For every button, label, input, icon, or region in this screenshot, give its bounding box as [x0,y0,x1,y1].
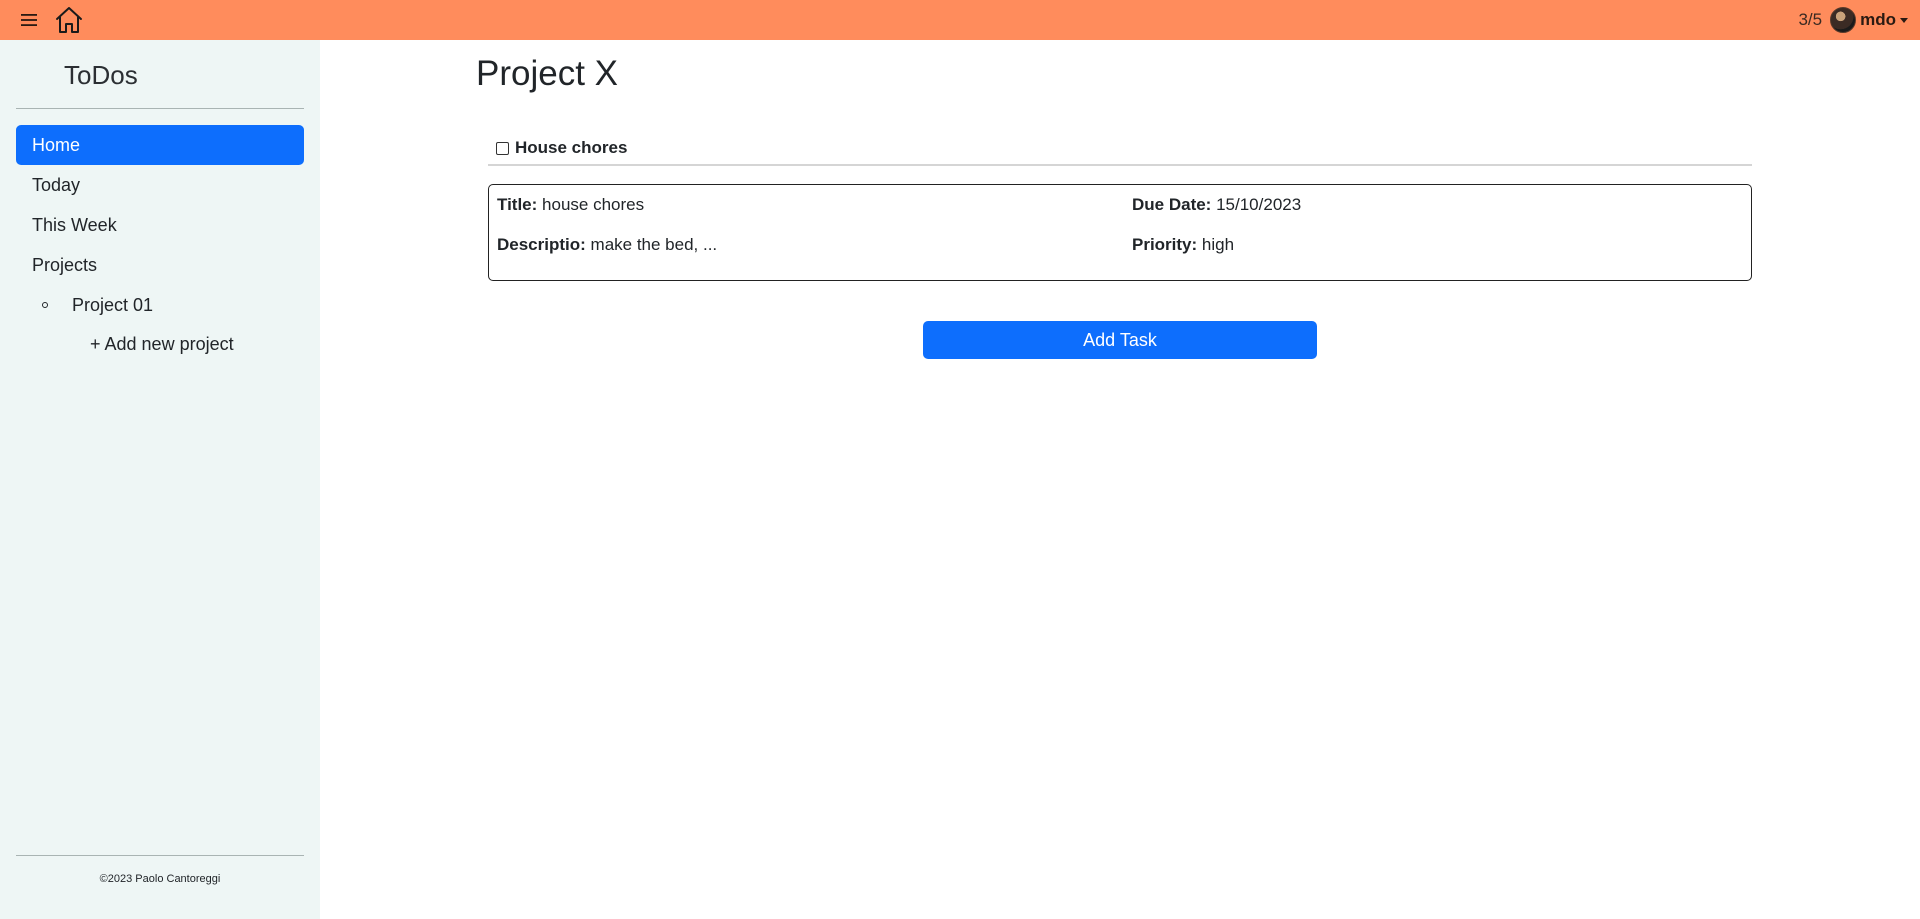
task-title-field: Title: house chores [497,195,644,215]
sidebar-divider-bottom [16,855,304,856]
task-priority-field: Priority: high [1132,235,1234,255]
task-description-value: make the bed, ... [590,235,718,254]
sidebar-divider-top [16,108,304,109]
username[interactable]: mdo [1860,10,1896,30]
task-due-date-value: 15/10/2023 [1216,195,1302,214]
task-priority-value: high [1201,235,1235,254]
task-due-date-field: Due Date: 15/10/2023 [1132,195,1301,215]
add-new-project-link[interactable]: + Add new project [90,324,234,364]
avatar[interactable] [1830,7,1857,33]
house-icon[interactable] [54,6,84,34]
task-priority-label: Priority: [1132,235,1198,254]
progress-counter: 3/5 [1798,10,1823,29]
task-description-field: Descriptio: make the bed, ... [497,235,717,255]
task-title-label: Title: [497,195,538,214]
sidebar-project-label: Project 01 [72,295,154,315]
user-menu-toggle[interactable]: mdo [1830,7,1908,33]
top-navbar: 3/5 mdo [0,0,1920,40]
add-task-button[interactable]: Add Task [923,321,1317,359]
sidebar-item-home[interactable]: Home [16,125,304,165]
sidebar-brand: ToDos [64,60,138,90]
task-due-date-label: Due Date: [1132,195,1212,214]
sidebar: ToDos Home Today This Week Projects Proj… [0,40,320,919]
topbar-right-group: 3/5 mdo [1798,0,1908,40]
sidebar-footer: ©2023 Paolo Cantoreggi [99,873,221,885]
sidebar-item-projects[interactable]: Projects [16,245,304,285]
sidebar-item-today[interactable]: Today [16,165,304,205]
task-details-card: Title: house chores Due Date: 15/10/2023… [488,184,1752,281]
hamburger-icon[interactable] [20,11,38,29]
task-name: House chores [515,138,628,157]
sidebar-item-this-week[interactable]: This Week [16,205,304,245]
task-title-value: house chores [542,195,645,214]
task-checkbox[interactable] [496,141,509,155]
task-header: House chores [488,132,1752,166]
task-description-label: Descriptio: [497,235,586,254]
chevron-down-icon[interactable] [1900,17,1908,23]
circle-bullet-icon [42,302,48,308]
sidebar-project-item[interactable]: Project 01 [42,285,153,325]
page-title: Project X [476,54,618,93]
